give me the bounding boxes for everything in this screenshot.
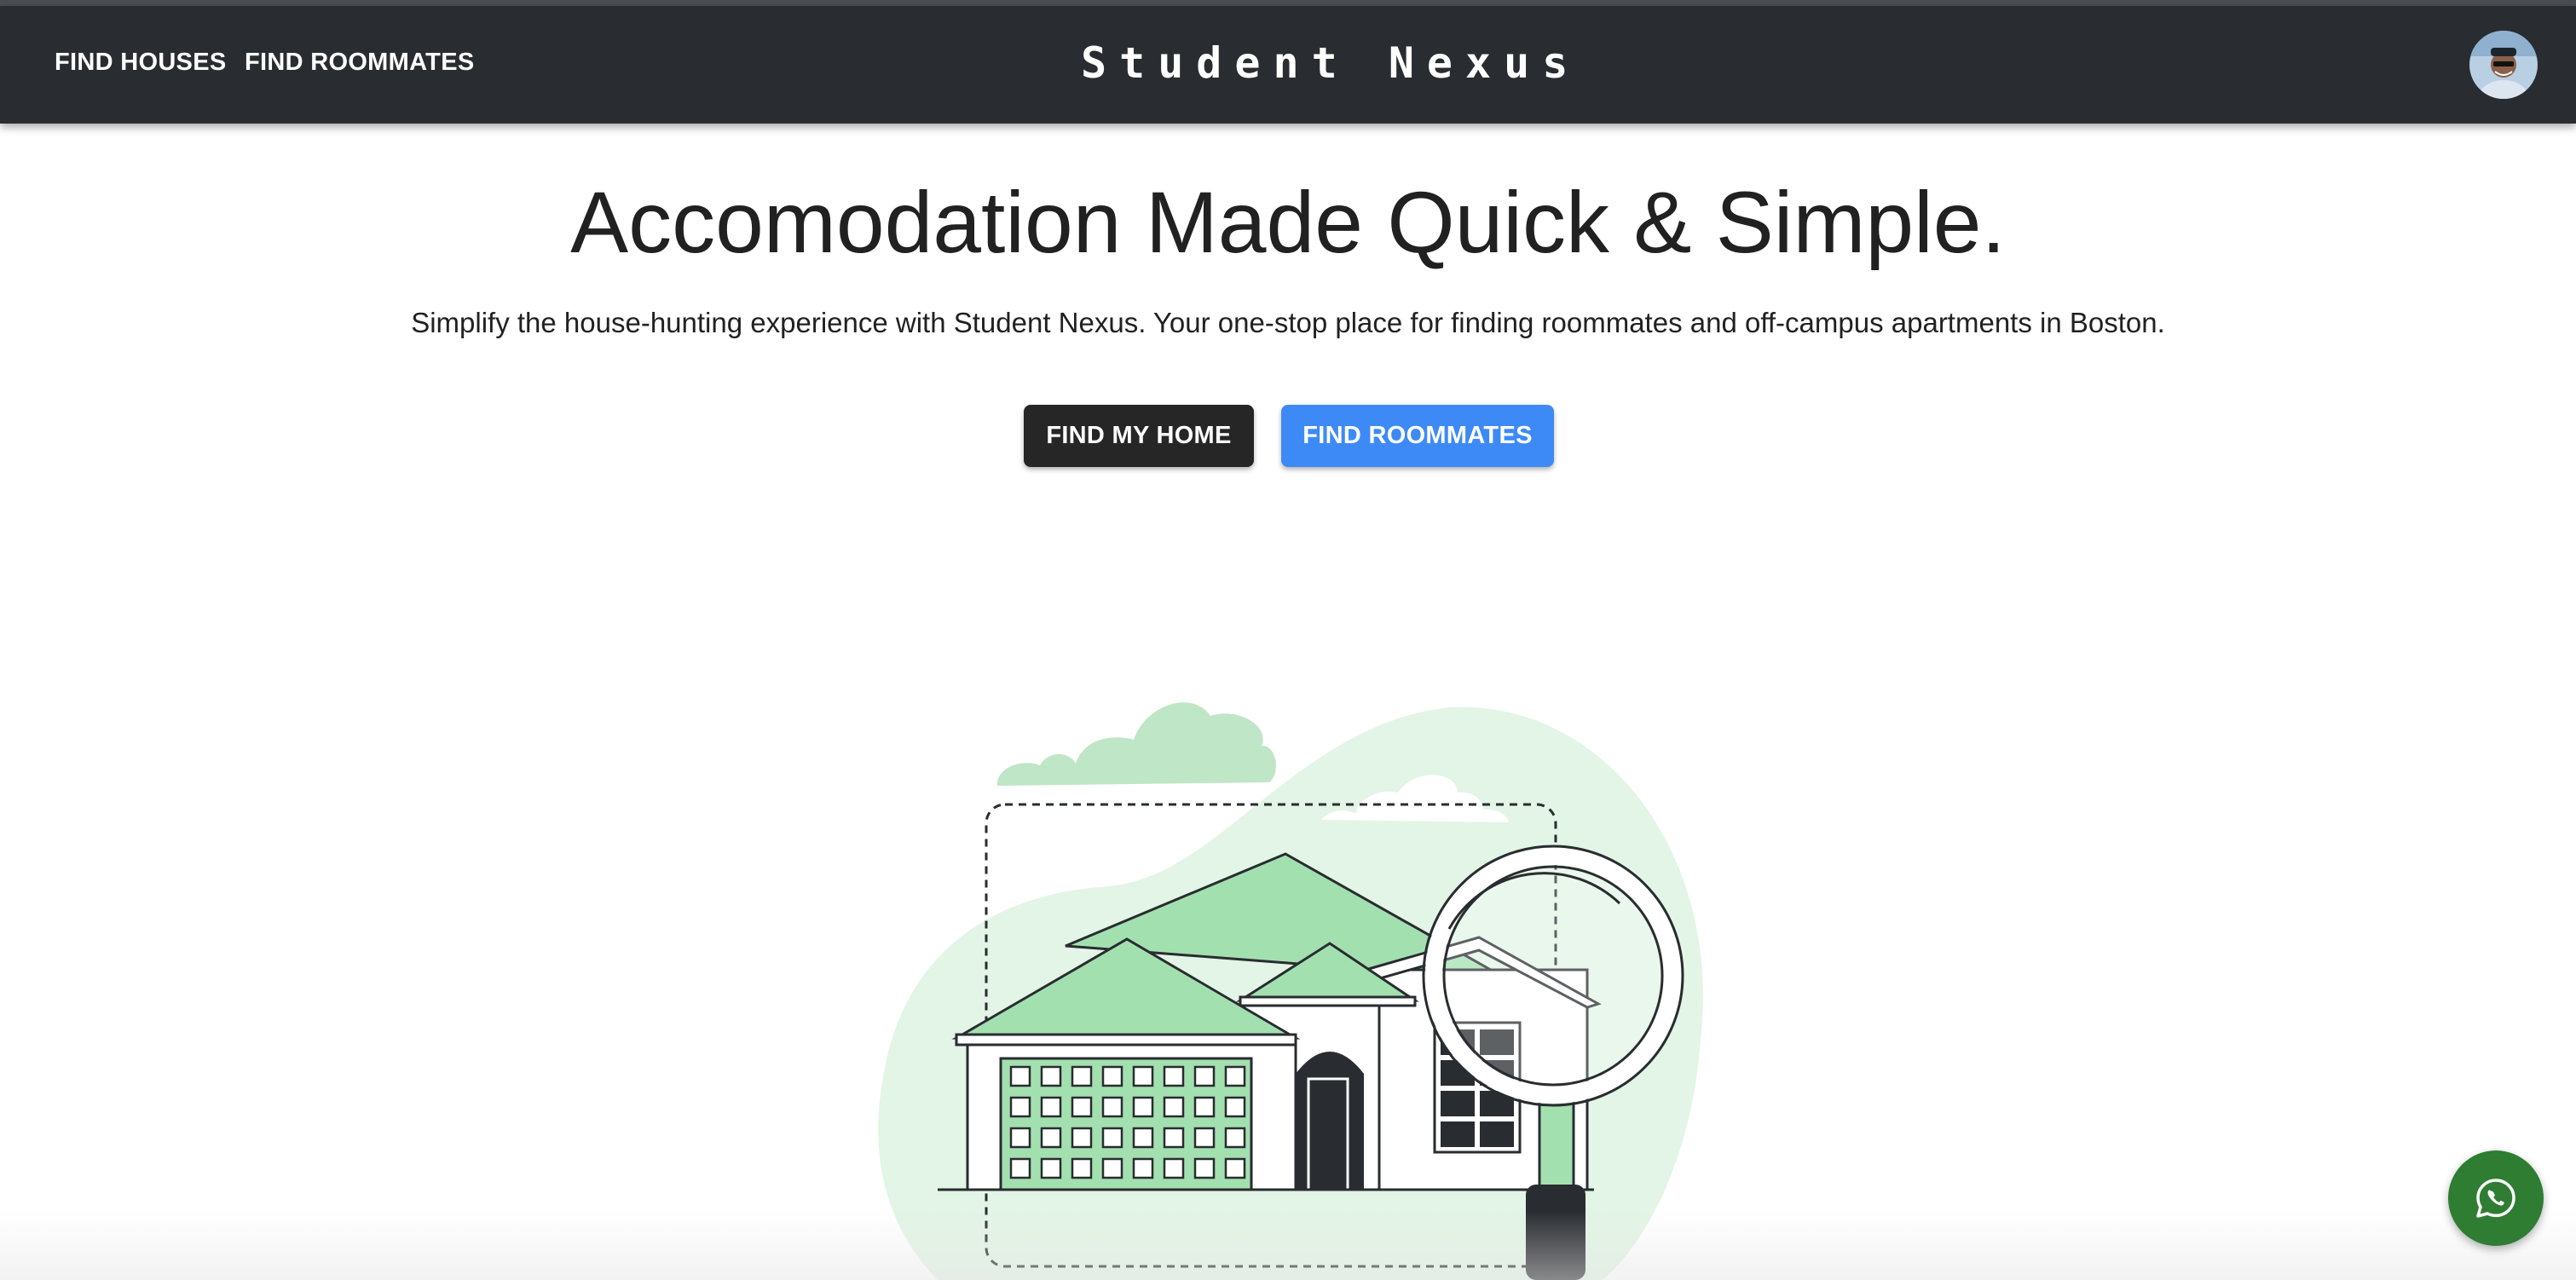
front-door	[1296, 1052, 1364, 1190]
navbar: FIND HOUSES FIND ROOMMATES Student Nexus	[0, 6, 2576, 124]
find-roommates-button[interactable]: FIND ROOMMATES	[1281, 405, 1554, 467]
user-avatar[interactable]	[2469, 31, 2538, 99]
cloud-left	[997, 702, 1276, 786]
top-border	[0, 0, 2576, 6]
whatsapp-chat-button[interactable]	[2448, 1150, 2544, 1246]
find-my-home-button[interactable]: FIND MY HOME	[1024, 405, 1254, 467]
hero-title: Accomodation Made Quick & Simple.	[570, 174, 2006, 271]
brand-logo[interactable]: Student Nexus	[1081, 38, 1580, 88]
avatar-icon	[2469, 31, 2538, 99]
nav-link-find-houses[interactable]: FIND HOUSES	[55, 49, 227, 77]
hero-subtitle: Simplify the house-hunting experience wi…	[411, 307, 2165, 338]
nav-link-find-roommates[interactable]: FIND ROOMMATES	[245, 49, 474, 77]
house-search-illustration	[878, 702, 1703, 1280]
whatsapp-icon	[2476, 1179, 2515, 1218]
